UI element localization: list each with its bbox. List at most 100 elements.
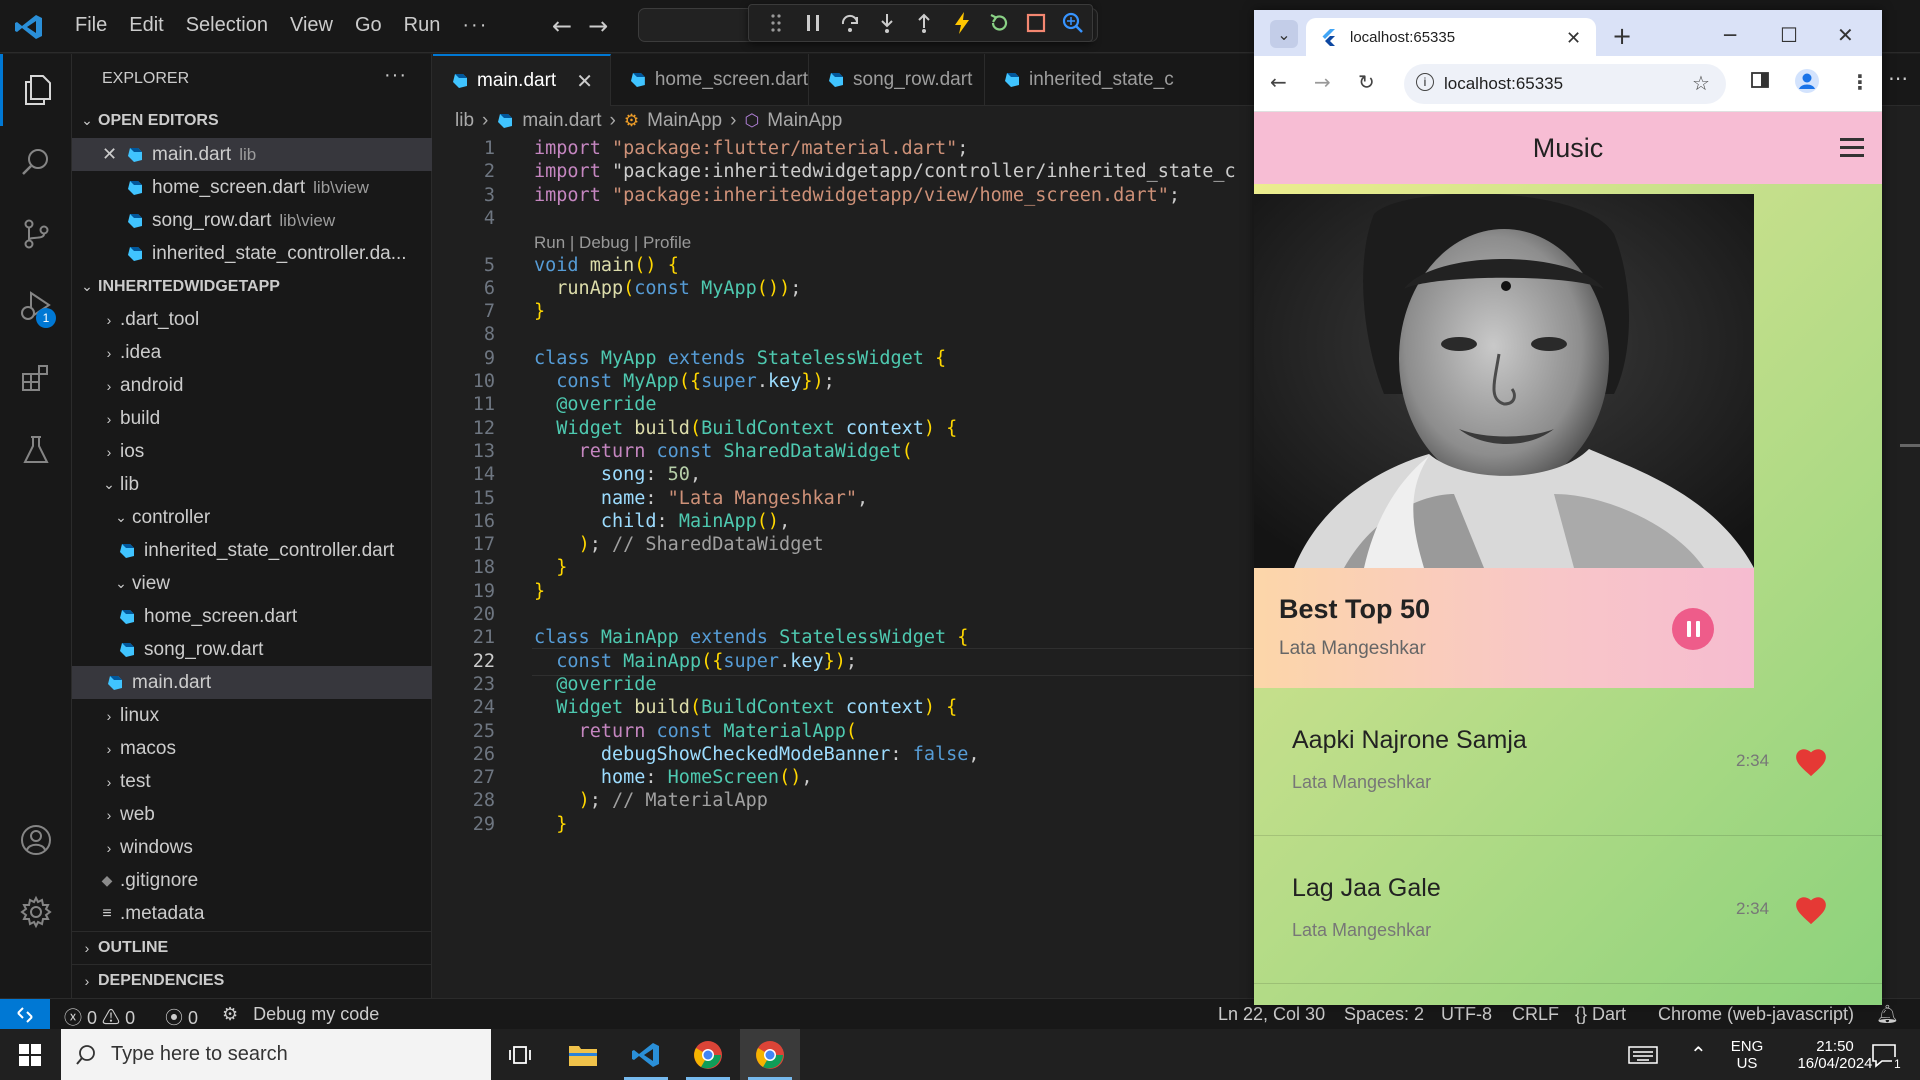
tab-inherited-state[interactable]: inherited_state_c — [985, 54, 1265, 106]
tree-folder-windows[interactable]: › windows — [72, 831, 432, 864]
dependencies-section[interactable]: › DEPENDENCIES — [72, 964, 432, 997]
address-bar[interactable]: i localhost:65335 ☆ — [1404, 64, 1726, 104]
menu-more[interactable]: ··· — [451, 14, 499, 37]
tree-file-inherited-state-controller[interactable]: inherited_state_controller.dart — [72, 534, 432, 567]
line-ending[interactable]: CRLF — [1512, 1004, 1559, 1025]
source-control-icon[interactable] — [0, 198, 72, 270]
indentation[interactable]: Spaces: 2 — [1344, 1004, 1424, 1025]
testing-icon[interactable] — [0, 414, 72, 486]
tree-folder-lib[interactable]: ⌄ lib — [72, 468, 432, 501]
song-row[interactable]: Aapki Najrone Samja Lata Mangeshkar 2:34 — [1254, 688, 1882, 836]
devtools-search-icon[interactable] — [1055, 7, 1092, 39]
code-editor[interactable]: 1 import "package:flutter/material.dart";… — [433, 138, 1253, 998]
tab-search-dropdown-icon[interactable]: ⌄ — [1270, 20, 1298, 48]
editor-scrollbar-thumb[interactable] — [1900, 444, 1920, 447]
keyboard-icon[interactable] — [1628, 1029, 1658, 1080]
drag-handle-icon[interactable] — [757, 7, 794, 39]
file-explorer-icon[interactable] — [553, 1029, 613, 1080]
editor-more-icon[interactable]: ⋯ — [1888, 66, 1908, 90]
hamburger-menu-icon[interactable] — [1840, 138, 1864, 158]
menu-edit[interactable]: Edit — [118, 14, 174, 37]
close-window-icon[interactable]: ✕ — [1837, 23, 1854, 47]
explorer-icon[interactable] — [0, 54, 72, 126]
tree-folder-test[interactable]: › test — [72, 765, 432, 798]
outline-section[interactable]: › OUTLINE — [72, 931, 432, 964]
tree-folder-dart-tool[interactable]: › .dart_tool — [72, 303, 432, 336]
close-tab-icon[interactable]: ✕ — [576, 69, 593, 94]
menu-selection[interactable]: Selection — [175, 14, 279, 37]
tree-folder-view[interactable]: ⌄ view — [72, 567, 432, 600]
chrome-taskbar-icon[interactable] — [678, 1029, 738, 1080]
profile-avatar-icon[interactable] — [1794, 68, 1820, 99]
tab-home-screen[interactable]: home_screen.dart — [611, 54, 809, 106]
hot-reload-icon[interactable] — [943, 7, 980, 39]
heart-icon[interactable] — [1794, 746, 1828, 778]
debug-target[interactable]: Chrome (web-javascript) — [1658, 1004, 1854, 1025]
song-row[interactable]: Lag Jaa Gale Lata Mangeshkar 2:34 — [1254, 836, 1882, 984]
stop-icon[interactable] — [1018, 7, 1055, 39]
tree-file-home-screen[interactable]: home_screen.dart — [72, 600, 432, 633]
tree-folder-controller[interactable]: ⌄ controller — [72, 501, 432, 534]
run-debug-icon[interactable]: 1 — [0, 270, 72, 342]
back-arrow-icon[interactable]: ← — [552, 12, 572, 40]
cursor-position[interactable]: Ln 22, Col 30 — [1218, 1004, 1325, 1025]
side-panel-icon[interactable] — [1750, 70, 1770, 95]
close-icon[interactable]: ✕ — [102, 144, 126, 165]
close-tab-icon[interactable]: ✕ — [1566, 28, 1581, 49]
menu-go[interactable]: Go — [344, 14, 393, 37]
step-into-icon[interactable] — [869, 7, 906, 39]
open-editor-inherited-state[interactable]: inherited_state_controller.da... — [72, 237, 432, 270]
breadcrumb-member[interactable]: MainApp — [767, 110, 842, 132]
open-editors-section[interactable]: ⌄ OPEN EDITORS — [72, 104, 432, 137]
account-icon[interactable] — [0, 804, 72, 876]
now-playing-card[interactable]: Best Top 50 Lata Mangeshkar — [1254, 568, 1754, 688]
chrome-tab[interactable]: localhost:65335 — [1306, 18, 1596, 56]
back-arrow-icon[interactable]: ← — [1270, 70, 1287, 94]
problems-indicator[interactable]: ⓧ 0 ⚠ 0 — [64, 1004, 135, 1030]
tree-file-gitignore[interactable]: ◆ .gitignore — [72, 864, 432, 897]
menu-view[interactable]: View — [279, 14, 344, 37]
breadcrumb-file[interactable]: main.dart — [522, 110, 601, 132]
pause-button[interactable] — [1672, 608, 1714, 650]
minimize-icon[interactable]: ─ — [1724, 23, 1736, 47]
chrome-active-taskbar-icon[interactable] — [740, 1029, 800, 1080]
vscode-logo-icon[interactable] — [14, 12, 44, 42]
menu-file[interactable]: File — [64, 14, 118, 37]
pause-debug-icon[interactable] — [794, 7, 831, 39]
breadcrumb-class[interactable]: MainApp — [647, 110, 722, 132]
task-view-icon[interactable] — [490, 1029, 550, 1080]
tree-folder-idea[interactable]: › .idea — [72, 336, 432, 369]
tab-song-row[interactable]: song_row.dart — [809, 54, 985, 106]
reload-icon[interactable]: ↻ — [1358, 70, 1375, 94]
step-over-icon[interactable] — [831, 7, 868, 39]
tree-folder-build[interactable]: › build — [72, 402, 432, 435]
tree-file-main[interactable]: main.dart — [72, 666, 432, 699]
tree-file-song-row[interactable]: song_row.dart — [72, 633, 432, 666]
forward-arrow-icon[interactable]: → — [1314, 70, 1331, 94]
heart-icon[interactable] — [1794, 894, 1828, 926]
open-editor-home-screen[interactable]: home_screen.dart lib\view — [72, 171, 432, 204]
settings-gear-icon[interactable] — [0, 876, 72, 948]
step-out-icon[interactable] — [906, 7, 943, 39]
tree-folder-macos[interactable]: › macos — [72, 732, 432, 765]
new-tab-icon[interactable]: + — [1612, 22, 1632, 50]
language-mode[interactable]: {} Dart — [1575, 1004, 1626, 1025]
extensions-icon[interactable] — [0, 342, 72, 414]
encoding[interactable]: UTF-8 — [1441, 1004, 1492, 1025]
forward-arrow-icon[interactable]: → — [588, 12, 608, 40]
vscode-taskbar-icon[interactable] — [616, 1029, 676, 1080]
codelens-run-debug[interactable]: Run | Debug | Profile — [534, 233, 691, 253]
notifications-icon[interactable]: 1 — [1870, 1029, 1903, 1080]
ports-indicator[interactable]: ⦿ 0 — [165, 1004, 198, 1030]
language-indicator[interactable]: ENG US — [1722, 1029, 1772, 1080]
menu-run[interactable]: Run — [393, 14, 452, 37]
restart-icon[interactable] — [980, 7, 1017, 39]
tree-folder-web[interactable]: › web — [72, 798, 432, 831]
open-editor-main[interactable]: ✕ main.dart lib — [72, 138, 432, 171]
maximize-icon[interactable]: ☐ — [1780, 23, 1798, 47]
tree-folder-ios[interactable]: › ios — [72, 435, 432, 468]
kebab-menu-icon[interactable]: ⋮ — [1850, 70, 1870, 94]
tab-main-dart[interactable]: main.dart ✕ — [433, 54, 611, 106]
chevron-up-icon[interactable]: ⌃ — [1690, 1029, 1707, 1080]
site-info-icon[interactable]: i — [1416, 73, 1434, 91]
